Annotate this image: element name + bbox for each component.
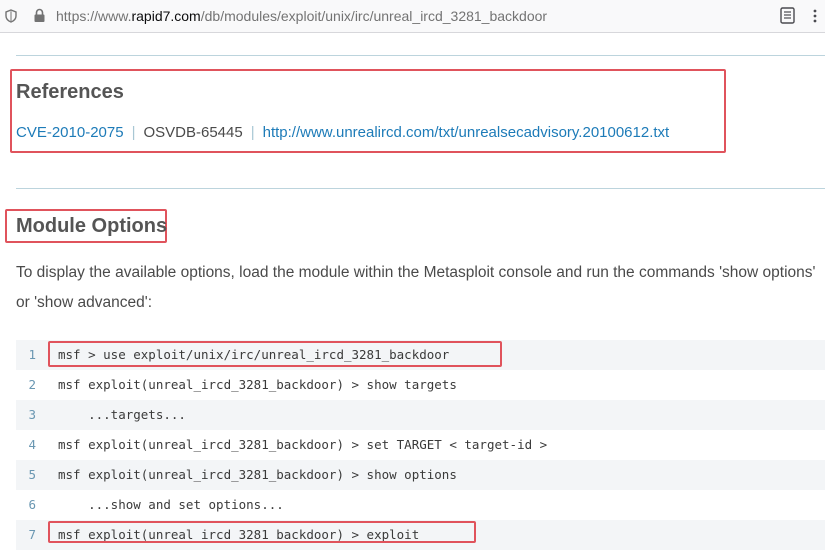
module-options-heading: Module Options bbox=[16, 215, 168, 237]
line-number: 4 bbox=[28, 437, 36, 452]
code-line: 4 msf exploit(unreal_ircd_3281_backdoor)… bbox=[16, 430, 825, 460]
line-number: 7 bbox=[28, 527, 36, 542]
lock-icon[interactable] bbox=[33, 8, 46, 23]
reference-separator: | bbox=[131, 124, 136, 141]
reference-osvdb: OSVDB-65445 bbox=[143, 124, 243, 141]
line-number: 3 bbox=[28, 407, 36, 422]
line-number: 1 bbox=[28, 347, 36, 362]
code-line: 3 ...targets... bbox=[16, 400, 825, 430]
code-text: msf exploit(unreal_ircd_3281_backdoor) >… bbox=[58, 467, 457, 482]
browser-url-bar[interactable]: https://www.rapid7.com/db/modules/exploi… bbox=[0, 0, 825, 33]
code-text: msf exploit(unreal_ircd_3281_backdoor) >… bbox=[58, 377, 457, 392]
references-list: CVE-2010-2075 | OSVDB-65445 | http://www.unr… bbox=[16, 124, 669, 141]
code-line: 5 msf exploit(unreal_ircd_3281_backdoor)… bbox=[16, 460, 825, 490]
code-line: 2 msf exploit(unreal_ircd_3281_backdoor)… bbox=[16, 370, 825, 400]
line-number: 5 bbox=[28, 467, 36, 482]
code-text: msf exploit(unreal_ircd_3281_backdoor) >… bbox=[58, 437, 548, 452]
url-host: rapid7.com bbox=[131, 8, 201, 24]
shield-icon[interactable] bbox=[5, 9, 17, 23]
divider bbox=[16, 55, 825, 56]
module-options-description: To display the available options, load t… bbox=[16, 264, 816, 311]
code-text: ...targets... bbox=[58, 407, 186, 422]
url-text[interactable]: https://www.rapid7.com/db/modules/exploi… bbox=[56, 8, 547, 24]
line-number: 2 bbox=[28, 377, 36, 392]
reference-cve-link[interactable]: CVE-2010-2075 bbox=[16, 124, 124, 141]
menu-icon[interactable] bbox=[810, 8, 820, 24]
code-text: ...show and set options... bbox=[58, 497, 284, 512]
code-line: 6 ...show and set options... bbox=[16, 490, 825, 520]
reference-advisory-link[interactable]: http://www.unrealircd.com/txt/unrealseca… bbox=[263, 124, 670, 141]
reference-separator: | bbox=[250, 124, 255, 141]
divider bbox=[16, 188, 825, 189]
code-block: 1 msf > use exploit/unix/irc/unreal_ircd… bbox=[16, 340, 825, 550]
url-path: /db/modules/exploit/unix/irc/unreal_ircd… bbox=[200, 8, 548, 24]
reader-view-icon[interactable] bbox=[780, 7, 795, 24]
highlight-box-code-line-7 bbox=[48, 521, 476, 543]
url-scheme: https://www. bbox=[56, 8, 132, 24]
highlight-box-code-line-1 bbox=[48, 341, 502, 367]
line-number: 6 bbox=[28, 497, 36, 512]
references-heading: References bbox=[16, 81, 124, 103]
